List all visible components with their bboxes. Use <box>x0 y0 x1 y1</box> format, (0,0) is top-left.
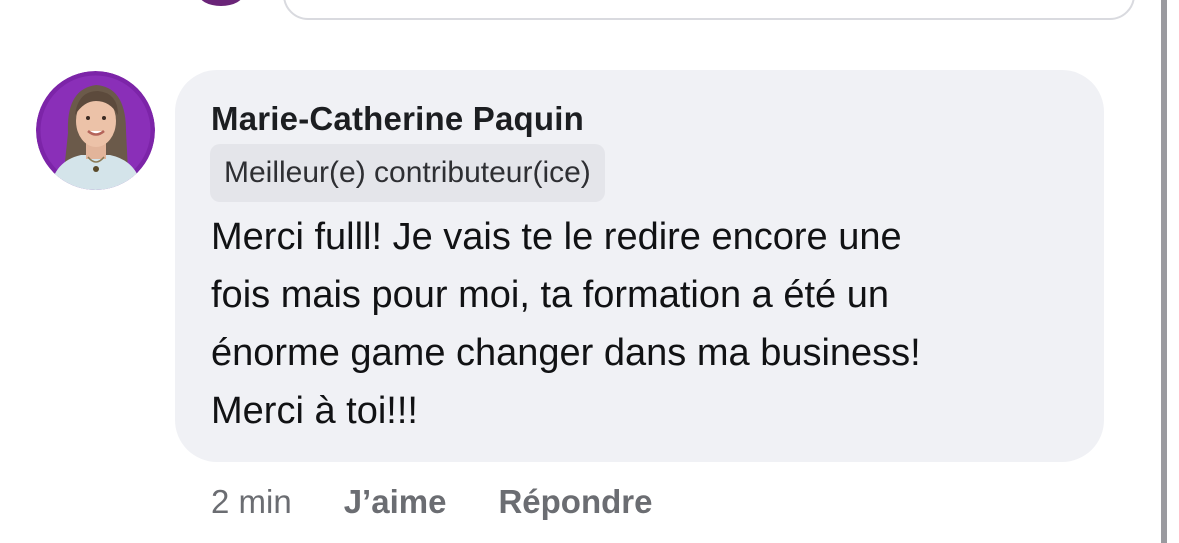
comment-actions: 2 min J’aime Répondre <box>211 480 704 524</box>
comment-line: Merci à toi!!! <box>211 390 418 432</box>
scrollbar[interactable] <box>1161 0 1167 543</box>
previous-reply-input[interactable] <box>283 0 1135 20</box>
comment-screen: Marie-Catherine Paquin Meilleur(e) contr… <box>0 0 1179 543</box>
comment-timestamp[interactable]: 2 min <box>211 483 292 521</box>
comment-author[interactable]: Marie-Catherine Paquin <box>211 100 584 138</box>
comment-line: Merci fulll! Je vais te le redire encore… <box>211 216 902 258</box>
reply-button[interactable]: Répondre <box>498 483 652 521</box>
comment-line: fois mais pour moi, ta formation a été u… <box>211 274 889 316</box>
profile-photo-icon <box>36 71 155 190</box>
avatar[interactable] <box>36 71 155 190</box>
like-button[interactable]: J’aime <box>344 483 447 521</box>
contributor-badge[interactable]: Meilleur(e) contributeur(ice) <box>210 144 605 202</box>
comment-line: énorme game changer dans ma business! <box>211 332 921 374</box>
comment-bubble: Marie-Catherine Paquin Meilleur(e) contr… <box>175 70 1104 462</box>
comment-body: Merci fulll! Je vais te le redire encore… <box>211 208 1081 440</box>
previous-avatar <box>198 0 244 6</box>
